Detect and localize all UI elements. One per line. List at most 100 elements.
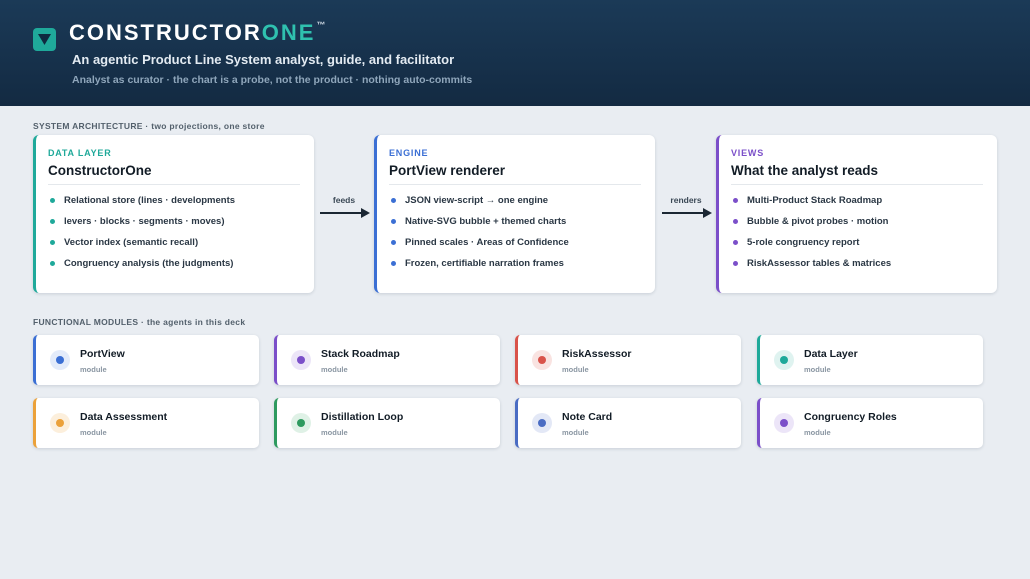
module-subtitle: module xyxy=(804,428,831,437)
card-bullet-item: Relational store (lines · developments xyxy=(50,195,235,216)
bullet-dot-icon xyxy=(50,198,55,203)
modules-section-title: FUNCTIONAL MODULES xyxy=(33,317,139,327)
bullet-dot-icon xyxy=(50,219,55,224)
bullet-text: RiskAssessor tables & matrices xyxy=(747,258,892,269)
card-bullet-list: Relational store (lines · developments le… xyxy=(50,195,235,279)
card-title: PortView renderer xyxy=(389,163,506,178)
bullet-text: Native-SVG bubble + themed charts xyxy=(405,216,567,227)
module-tile-note-card[interactable]: Note Card module xyxy=(515,398,741,448)
card-kicker: ENGINE xyxy=(389,148,429,158)
card-bullet-item: levers · blocks · segments · moves) xyxy=(50,216,235,237)
module-name: RiskAssessor xyxy=(562,348,632,360)
module-name: PortView xyxy=(80,348,125,360)
bullet-text: Frozen, certifiable narration frames xyxy=(405,258,564,269)
page-tagline: Analyst as curator · the chart is a prob… xyxy=(72,74,473,86)
card-bullet-item: Congruency analysis (the judgments) xyxy=(50,258,235,279)
card-title: What the analyst reads xyxy=(731,163,879,178)
card-bullet-item: Vector index (semantic recall) xyxy=(50,237,235,258)
architecture-section-title: SYSTEM ARCHITECTURE xyxy=(33,121,143,131)
bullet-dot-icon xyxy=(733,240,738,245)
module-name: Data Layer xyxy=(804,348,858,360)
card-bullet-item: Frozen, certifiable narration frames xyxy=(391,258,569,279)
card-divider xyxy=(389,184,641,185)
feeds-arrow: feeds xyxy=(316,195,372,225)
bullet-dot-icon xyxy=(50,261,55,266)
module-name: Data Assessment xyxy=(80,411,168,423)
module-subtitle: module xyxy=(562,365,589,374)
module-dot-icon xyxy=(774,350,794,370)
card-bullet-list: Multi-Product Stack Roadmap Bubble & pivo… xyxy=(733,195,891,279)
bullet-text: Pinned scales · Areas of Confidence xyxy=(405,237,569,248)
bullet-dot-icon xyxy=(391,198,396,203)
renders-arrow: renders xyxy=(658,195,714,225)
module-tile-congruency-roles[interactable]: Congruency Roles module xyxy=(757,398,983,448)
engine-card: ENGINE PortView renderer JSON view-script … xyxy=(374,135,655,293)
module-tile-distillation-loop[interactable]: Distillation Loop module xyxy=(274,398,500,448)
architecture-section-subtitle: · two projections, one store xyxy=(142,121,265,131)
architecture-section-label: SYSTEM ARCHITECTURE · two projections, o… xyxy=(33,121,265,131)
card-bullet-item: Bubble & pivot probes · motion xyxy=(733,216,891,237)
card-bullet-item: Native-SVG bubble + themed charts xyxy=(391,216,569,237)
module-name: Congruency Roles xyxy=(804,411,897,423)
arrow-label: renders xyxy=(670,195,702,205)
module-name: Stack Roadmap xyxy=(321,348,400,360)
bullet-dot-icon xyxy=(391,261,396,266)
card-bullet-item: Multi-Product Stack Roadmap xyxy=(733,195,891,216)
chevron-down-logo-icon xyxy=(33,28,56,51)
card-bullet-item: JSON view-script → one engine xyxy=(391,195,569,216)
bullet-text: Vector index (semantic recall) xyxy=(64,237,199,248)
data-layer-card: DATA LAYER ConstructorOne Relational store… xyxy=(33,135,314,293)
brand-main: CONSTRUCTOR xyxy=(69,20,262,45)
brand-wordmark: CONSTRUCTORONE™ xyxy=(69,20,325,46)
module-name: Distillation Loop xyxy=(321,411,404,423)
module-dot-icon xyxy=(291,413,311,433)
bullet-text: Relational store (lines · developments xyxy=(64,195,236,206)
module-tile-portview[interactable]: PortView module xyxy=(33,335,259,385)
bullet-dot-icon xyxy=(733,198,738,203)
card-title: ConstructorOne xyxy=(48,163,152,178)
trademark-mark: ™ xyxy=(316,20,326,30)
module-dot-icon xyxy=(774,413,794,433)
card-bullet-list: JSON view-script → one engine Native-SVG … xyxy=(391,195,569,279)
bullet-text: 5-role congruency report xyxy=(747,237,860,248)
bullet-text: JSON view-script → one engine xyxy=(405,195,549,206)
header-banner: CONSTRUCTORONE™ An agentic Product Line … xyxy=(0,0,1030,106)
card-kicker: DATA LAYER xyxy=(48,148,112,158)
modules-section-subtitle: · the agents in this deck xyxy=(138,317,246,327)
bullet-text: Congruency analysis (the judgments) xyxy=(64,258,234,269)
bullet-dot-icon xyxy=(733,261,738,266)
module-subtitle: module xyxy=(321,428,348,437)
bullet-dot-icon xyxy=(733,219,738,224)
module-dot-icon xyxy=(50,350,70,370)
module-subtitle: module xyxy=(80,365,107,374)
module-subtitle: module xyxy=(321,365,348,374)
card-divider xyxy=(48,184,300,185)
bullet-dot-icon xyxy=(50,240,55,245)
right-arrow-icon xyxy=(320,208,370,218)
card-bullet-item: 5-role congruency report xyxy=(733,237,891,258)
brand-accent: ONE xyxy=(261,20,316,45)
bullet-dot-icon xyxy=(391,219,396,224)
module-dot-icon xyxy=(532,350,552,370)
module-tile-data-layer[interactable]: Data Layer module xyxy=(757,335,983,385)
module-tile-data-assessment[interactable]: Data Assessment module xyxy=(33,398,259,448)
bullet-dot-icon xyxy=(391,240,396,245)
bullet-text: Bubble & pivot probes · motion xyxy=(747,216,889,227)
card-divider xyxy=(731,184,983,185)
card-bullet-item: RiskAssessor tables & matrices xyxy=(733,258,891,279)
page-subtitle: An agentic Product Line System analyst, … xyxy=(72,52,455,67)
modules-section-label: FUNCTIONAL MODULES · the agents in this … xyxy=(33,317,245,327)
card-kicker: VIEWS xyxy=(731,148,765,158)
views-card: VIEWS What the analyst reads Multi-Product… xyxy=(716,135,997,293)
module-subtitle: module xyxy=(804,365,831,374)
bullet-text: levers · blocks · segments · moves) xyxy=(64,216,225,227)
module-name: Note Card xyxy=(562,411,613,423)
arrow-label: feeds xyxy=(332,195,356,205)
right-arrow-icon xyxy=(662,208,712,218)
module-dot-icon xyxy=(532,413,552,433)
bullet-text: Multi-Product Stack Roadmap xyxy=(747,195,883,206)
module-tile-riskassessor[interactable]: RiskAssessor module xyxy=(515,335,741,385)
module-subtitle: module xyxy=(562,428,589,437)
module-dot-icon xyxy=(291,350,311,370)
module-tile-stack-roadmap[interactable]: Stack Roadmap module xyxy=(274,335,500,385)
